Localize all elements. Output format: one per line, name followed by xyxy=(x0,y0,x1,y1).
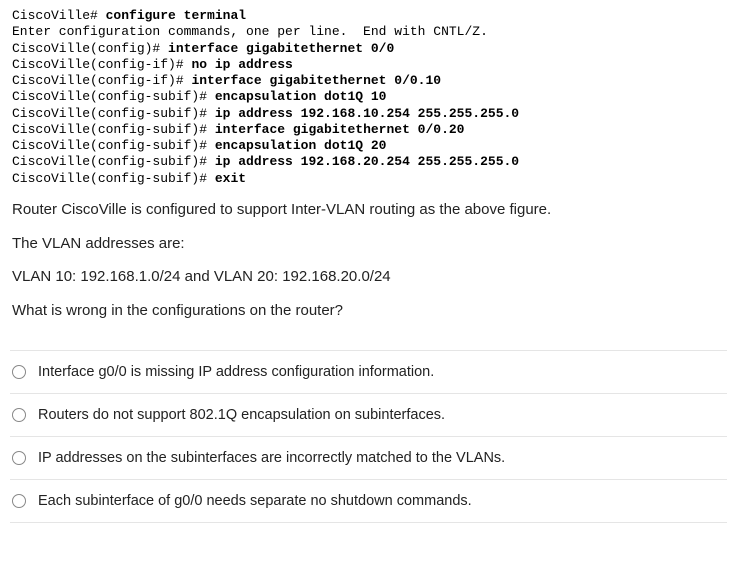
terminal-command: interface gigabitethernet 0/0.20 xyxy=(215,122,465,137)
terminal-output: CiscoVille# configure terminalEnter conf… xyxy=(12,8,727,187)
terminal-line: CiscoVille(config)# interface gigabiteth… xyxy=(12,41,727,57)
terminal-line: CiscoVille(config-subif)# ip address 192… xyxy=(12,106,727,122)
terminal-line: Enter configuration commands, one per li… xyxy=(12,24,727,40)
terminal-prompt: CiscoVille# xyxy=(12,8,106,23)
terminal-prompt: CiscoVille(config)# xyxy=(12,41,168,56)
terminal-command: configure terminal xyxy=(106,8,246,23)
terminal-prompt: CiscoVille(config-subif)# xyxy=(12,138,215,153)
terminal-command: no ip address xyxy=(191,57,292,72)
answer-option-label: IP addresses on the subinterfaces are in… xyxy=(38,450,505,466)
terminal-line: CiscoVille(config-subif)# encapsulation … xyxy=(12,138,727,154)
terminal-line: CiscoVille(config-subif)# interface giga… xyxy=(12,122,727,138)
terminal-command: ip address 192.168.10.254 255.255.255.0 xyxy=(215,106,519,121)
terminal-prompt: CiscoVille(config-subif)# xyxy=(12,154,215,169)
radio-icon[interactable] xyxy=(12,494,26,508)
terminal-command: ip address 192.168.20.254 255.255.255.0 xyxy=(215,154,519,169)
terminal-command: exit xyxy=(215,171,246,186)
answer-option[interactable]: Routers do not support 802.1Q encapsulat… xyxy=(10,394,727,437)
answer-option[interactable]: Interface g0/0 is missing IP address con… xyxy=(10,350,727,394)
question-paragraph-1: Router CiscoVille is configured to suppo… xyxy=(12,199,727,221)
radio-icon[interactable] xyxy=(12,451,26,465)
terminal-line: CiscoVille(config-subif)# encapsulation … xyxy=(12,89,727,105)
terminal-command: interface gigabitethernet 0/0 xyxy=(168,41,394,56)
radio-icon[interactable] xyxy=(12,365,26,379)
answer-option-label: Routers do not support 802.1Q encapsulat… xyxy=(38,407,445,423)
terminal-line: CiscoVille# configure terminal xyxy=(12,8,727,24)
answer-options: Interface g0/0 is missing IP address con… xyxy=(10,350,727,523)
question-paragraph-2: The VLAN addresses are: xyxy=(12,233,727,255)
terminal-prompt: CiscoVille(config-subif)# xyxy=(12,171,215,186)
terminal-line: CiscoVille(config-if)# no ip address xyxy=(12,57,727,73)
terminal-prompt: CiscoVille(config-subif)# xyxy=(12,106,215,121)
terminal-line: CiscoVille(config-subif)# exit xyxy=(12,171,727,187)
answer-option[interactable]: Each subinterface of g0/0 needs separate… xyxy=(10,480,727,523)
terminal-line: CiscoVille(config-subif)# ip address 192… xyxy=(12,154,727,170)
radio-icon[interactable] xyxy=(12,408,26,422)
terminal-prompt: CiscoVille(config-if)# xyxy=(12,73,191,88)
terminal-command: encapsulation dot1Q 10 xyxy=(215,89,387,104)
answer-option-label: Interface g0/0 is missing IP address con… xyxy=(38,364,434,380)
answer-option[interactable]: IP addresses on the subinterfaces are in… xyxy=(10,437,727,480)
question-paragraph-4: What is wrong in the configurations on t… xyxy=(12,300,727,322)
terminal-prompt: CiscoVille(config-subif)# xyxy=(12,122,215,137)
answer-option-label: Each subinterface of g0/0 needs separate… xyxy=(38,493,472,509)
question-paragraph-3: VLAN 10: 192.168.1.0/24 and VLAN 20: 192… xyxy=(12,266,727,288)
terminal-command: interface gigabitethernet 0/0.10 xyxy=(191,73,441,88)
terminal-prompt: CiscoVille(config-if)# xyxy=(12,57,191,72)
terminal-line: CiscoVille(config-if)# interface gigabit… xyxy=(12,73,727,89)
terminal-prompt: CiscoVille(config-subif)# xyxy=(12,89,215,104)
terminal-command: encapsulation dot1Q 20 xyxy=(215,138,387,153)
